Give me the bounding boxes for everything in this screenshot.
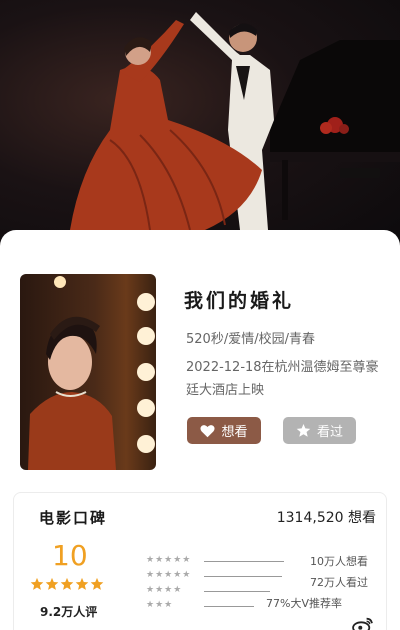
want-to-watch-label: 想看 xyxy=(221,425,248,440)
rating-row-label: 10万人想看 xyxy=(310,555,368,568)
star-icon xyxy=(296,423,311,437)
star-icon xyxy=(90,577,104,590)
rating-score: 10 xyxy=(52,539,88,572)
rating-panel: 电影口碑 1314,520 想看 10 9.2万人评 ★★★★★ 10万人想看 … xyxy=(13,492,387,630)
rating-row-label: 77%大V推荐率 xyxy=(266,597,342,610)
star-icon xyxy=(30,577,44,590)
want-to-watch-button[interactable]: 想看 xyxy=(187,417,261,444)
rating-row-3: ★★★★ xyxy=(146,584,246,596)
rating-row-4: ★★★★★ xyxy=(146,569,246,581)
star-icon xyxy=(60,577,74,590)
movie-title: 我们的婚礼 xyxy=(184,290,295,312)
star-icon: ★★★★★ xyxy=(146,555,192,565)
poster-image xyxy=(28,276,155,470)
hero-banner xyxy=(0,0,400,250)
rating-row-5: ★★★★★ xyxy=(146,554,246,566)
rating-bar xyxy=(204,606,254,607)
hero-image xyxy=(70,12,400,231)
watched-label: 看过 xyxy=(316,425,343,440)
movie-meta: 520秒/爱情/校园/青春 xyxy=(186,332,315,347)
star-icon: ★★★★ xyxy=(146,585,183,595)
weibo-icon[interactable] xyxy=(352,616,374,630)
rating-row-label: 72万人看过 xyxy=(310,576,368,589)
star-icon xyxy=(45,577,59,590)
rating-section-title: 电影口碑 xyxy=(39,509,108,527)
rating-bar xyxy=(204,576,282,577)
movie-release-info: 2022-12-18在杭州温德姆至尊豪廷大酒店上映 xyxy=(186,360,379,398)
star-icon xyxy=(75,577,89,590)
movie-poster[interactable] xyxy=(20,274,156,470)
rating-bar xyxy=(204,561,284,562)
watched-button[interactable]: 看过 xyxy=(283,417,356,444)
heart-icon xyxy=(200,424,216,437)
rating-stars xyxy=(30,577,104,591)
review-count: 9.2万人评 xyxy=(40,605,98,619)
rating-bar xyxy=(204,591,270,592)
movie-info-card: 我们的婚礼 520秒/爱情/校园/青春 2022-12-18在杭州温德姆至尊豪廷… xyxy=(0,230,400,630)
star-icon: ★★★ xyxy=(146,600,174,610)
want-count: 1314,520 想看 xyxy=(276,510,376,526)
rating-row-2: ★★★ xyxy=(146,599,246,611)
star-icon: ★★★★★ xyxy=(146,570,192,580)
